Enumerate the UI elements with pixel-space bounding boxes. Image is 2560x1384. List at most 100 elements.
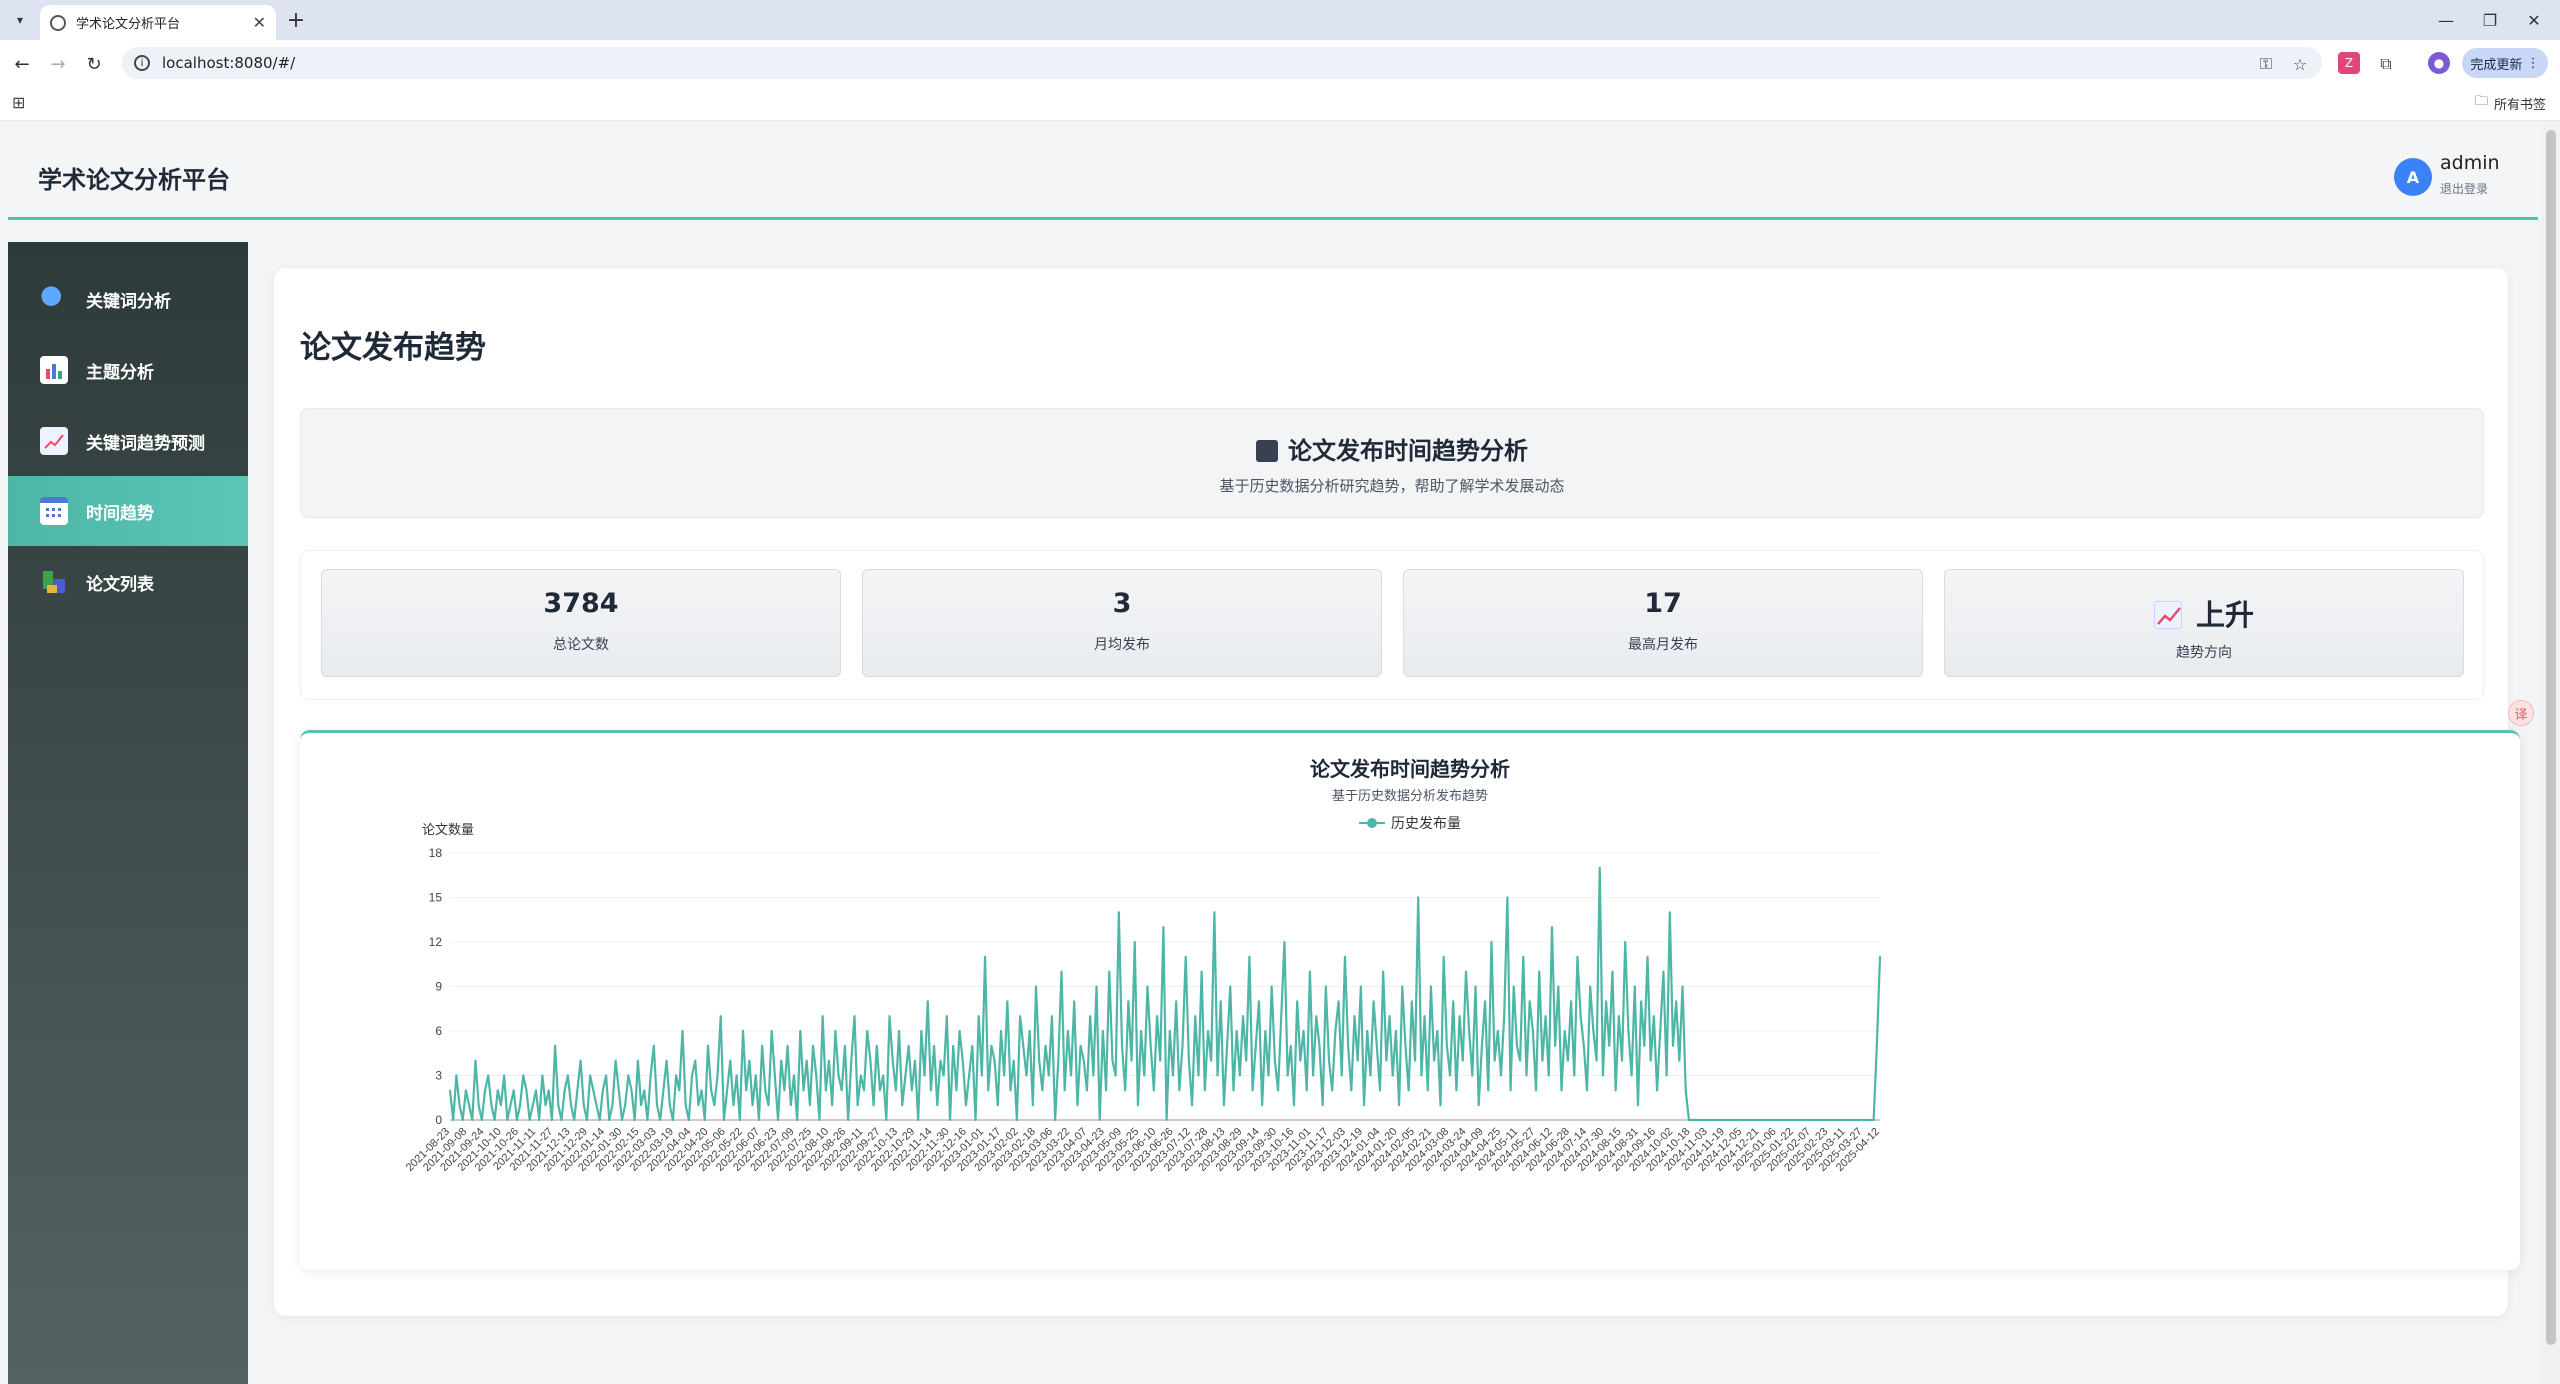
data-point <box>691 1074 693 1077</box>
data-point <box>1000 1030 1002 1032</box>
data-point <box>879 1089 881 1092</box>
data-point <box>509 1104 512 1107</box>
data-point <box>1525 1074 1528 1077</box>
data-point <box>1117 911 1120 914</box>
data-point <box>1372 1000 1375 1003</box>
window-close-icon[interactable]: ✕ <box>2506 0 2560 40</box>
data-point <box>461 1119 464 1121</box>
data-point <box>783 1089 786 1092</box>
line-chart[interactable]: 论文数量03691215182021-08-232021-09-082021-0… <box>300 733 2520 1273</box>
data-point <box>754 1074 757 1077</box>
tab-search-icon[interactable]: ▾ <box>8 8 32 32</box>
apps-grid-icon[interactable]: ⊞ <box>12 93 25 112</box>
sidebar-item-keyword-analysis[interactable]: 关键词分析 <box>8 264 248 334</box>
back-icon[interactable]: ← <box>8 50 36 78</box>
data-point <box>1318 1044 1321 1047</box>
sidebar-item-paper-list[interactable]: 论文列表 <box>8 547 248 617</box>
data-point <box>1293 1104 1295 1107</box>
data-point <box>859 1074 862 1077</box>
sidebar-item-topic-analysis[interactable]: 主题分析 <box>8 335 248 405</box>
extensions-puzzle-icon[interactable]: ⧉ <box>2374 52 2398 76</box>
data-point <box>1751 1119 1754 1121</box>
data-point <box>793 1074 795 1077</box>
data-point <box>586 1119 588 1121</box>
data-point <box>1586 1089 1588 1092</box>
profile-icon[interactable]: ● <box>2428 52 2450 74</box>
close-tab-icon[interactable]: ✕ <box>253 13 266 32</box>
data-point <box>1503 1015 1506 1018</box>
data-point <box>1019 1015 1021 1018</box>
extension-icon[interactable]: Z <box>2338 52 2360 74</box>
data-point <box>1410 1000 1413 1003</box>
data-point <box>1025 1074 1028 1077</box>
data-point <box>885 1119 888 1121</box>
data-point <box>1353 1015 1356 1018</box>
update-button[interactable]: 完成更新 ⋮ <box>2462 48 2548 78</box>
data-point <box>1146 985 1149 988</box>
data-point <box>496 1089 499 1092</box>
data-point <box>1127 1000 1130 1003</box>
data-point <box>901 1104 904 1107</box>
data-point <box>1232 1089 1235 1092</box>
data-point <box>1187 1059 1190 1062</box>
data-point <box>522 1074 525 1077</box>
data-point <box>1850 1119 1853 1121</box>
data-point <box>723 1119 725 1121</box>
data-point <box>974 1119 977 1121</box>
data-point <box>767 1104 770 1107</box>
data-point <box>1051 1015 1053 1018</box>
data-point <box>640 1104 642 1107</box>
bookmark-star-icon[interactable]: ☆ <box>2288 52 2312 76</box>
data-point <box>1652 1015 1655 1018</box>
sidebar-item-time-trend[interactable]: 时间趋势 <box>8 476 248 546</box>
forward-icon[interactable]: → <box>44 50 72 78</box>
browser-tab[interactable]: 学术论文分析平台 ✕ <box>40 5 276 40</box>
data-point <box>1363 1104 1365 1107</box>
translate-float-icon[interactable]: 译 <box>2508 700 2534 726</box>
data-point <box>824 1089 827 1092</box>
data-point <box>1557 985 1560 988</box>
data-point <box>493 1119 496 1121</box>
data-point <box>452 1119 455 1121</box>
scrollbar-thumb[interactable] <box>2546 130 2556 1345</box>
stat-card-total: 3784 总论文数 <box>321 569 841 677</box>
data-point <box>1277 1089 1279 1092</box>
sidebar-item-label: 时间趋势 <box>86 503 154 524</box>
reload-icon[interactable]: ↻ <box>80 50 108 78</box>
data-point <box>987 1089 990 1092</box>
data-point <box>694 1059 697 1062</box>
data-point <box>936 1104 939 1107</box>
url-input[interactable]: i localhost:8080/#/ <box>122 47 2322 79</box>
data-point <box>1229 985 1232 988</box>
data-point <box>968 1074 971 1077</box>
password-key-icon[interactable]: ⚿ <box>2254 52 2278 76</box>
data-point <box>700 1089 703 1092</box>
data-point <box>1786 1119 1789 1121</box>
data-point <box>1707 1119 1709 1121</box>
data-point <box>710 1089 713 1092</box>
site-info-icon[interactable]: i <box>134 55 150 71</box>
logout-link[interactable]: 退出登录 <box>2440 180 2488 197</box>
data-point <box>1474 985 1477 988</box>
data-point <box>1668 911 1671 914</box>
data-point <box>598 1119 601 1121</box>
data-point <box>468 1104 471 1107</box>
stat-value: 3 <box>1112 588 1132 619</box>
data-point <box>1646 955 1649 958</box>
data-point <box>898 1030 900 1032</box>
data-point <box>1242 1015 1244 1018</box>
data-point <box>1273 1059 1276 1062</box>
data-point <box>1732 1119 1735 1121</box>
sidebar-item-keyword-trend[interactable]: 关键词趋势预测 <box>8 406 248 476</box>
data-point <box>1716 1119 1719 1121</box>
data-point <box>1439 1104 1442 1107</box>
data-point <box>1197 1074 1200 1077</box>
avatar[interactable]: A <box>2394 158 2432 196</box>
data-point <box>745 1089 748 1092</box>
data-point <box>1796 1119 1799 1121</box>
new-tab-icon[interactable]: + <box>282 6 310 34</box>
data-point <box>624 1104 627 1107</box>
data-point <box>891 1059 894 1062</box>
data-point <box>1455 1089 1458 1092</box>
all-bookmarks[interactable]: 🗀 所有书签 <box>2475 92 2546 114</box>
